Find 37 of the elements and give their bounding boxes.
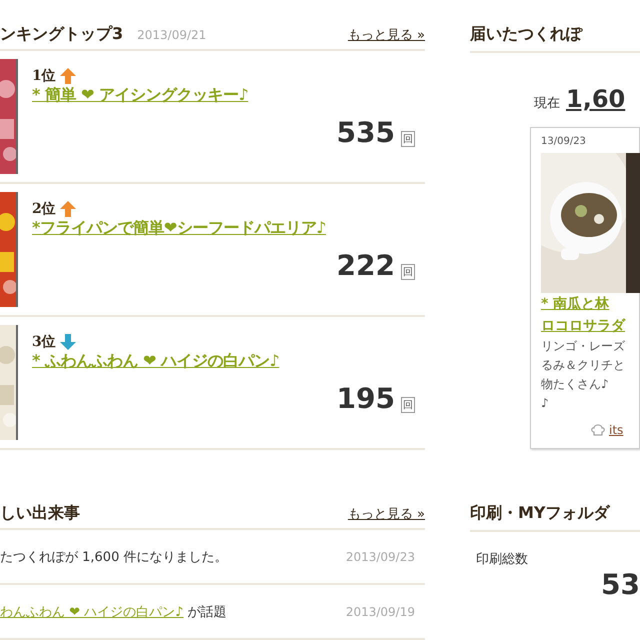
section-title: しい出来事 — [0, 502, 80, 524]
print-count: 53 — [601, 568, 640, 601]
rank-label: 1位 — [32, 67, 56, 86]
rank-label: 2位 — [32, 200, 56, 218]
section-date: 2013/09/21 — [137, 28, 206, 42]
recipe-link[interactable]: * ふわんふわん ❤ ハイジの白パン♪ — [32, 351, 280, 370]
news-link[interactable]: わんふわん ❤ ハイジの白パン♪ — [0, 604, 184, 620]
recipe-link[interactable]: * 南瓜と林 — [541, 293, 639, 315]
description-line: るみ＆クリチと — [541, 357, 626, 374]
more-link[interactable]: もっと見る » — [348, 26, 425, 44]
count-value: 222 — [336, 249, 395, 282]
current-count[interactable]: 1,60 — [566, 85, 626, 113]
news-text: わんふわん ❤ ハイジの白パン♪ が話題 — [0, 604, 227, 621]
news-text: たつくれぽが 1,600 件になりました。 — [0, 548, 228, 566]
count-unit: 回 — [401, 131, 415, 148]
count-value: 535 — [336, 116, 395, 150]
description-line: 物たくさん♪ — [541, 376, 610, 393]
section-title: 届いたつくれぽ — [470, 24, 582, 45]
count-unit: 回 — [401, 264, 415, 280]
recipe-link[interactable]: *フライパンで簡単❤シーフードパエリア♪ — [32, 218, 326, 238]
news-date: 2013/09/23 — [346, 550, 416, 564]
more-link[interactable]: もっと見る » — [348, 504, 425, 523]
current-label: 現在 — [534, 95, 560, 112]
rank-label: 3位 — [32, 333, 56, 352]
news-date: 2013/09/19 — [346, 604, 416, 619]
count-value: 195 — [336, 382, 395, 416]
print-label: 印刷総数 — [475, 551, 529, 568]
description-line: ♪ — [541, 395, 550, 412]
author-link[interactable]: its — [609, 423, 624, 437]
card-date: 13/09/23 — [541, 136, 587, 147]
section-title: ンキングトップ3 — [0, 24, 124, 45]
recipe-link[interactable]: ロコロサラダ — [541, 315, 639, 337]
section-title: 印刷・MYフォルダ — [470, 503, 610, 524]
chef-hat-icon — [591, 424, 605, 436]
recipe-link[interactable]: * 簡単 ❤ アイシングクッキー♪ — [32, 85, 248, 104]
count-unit: 回 — [401, 397, 415, 414]
description-line: リンゴ・レーズ — [541, 338, 626, 355]
